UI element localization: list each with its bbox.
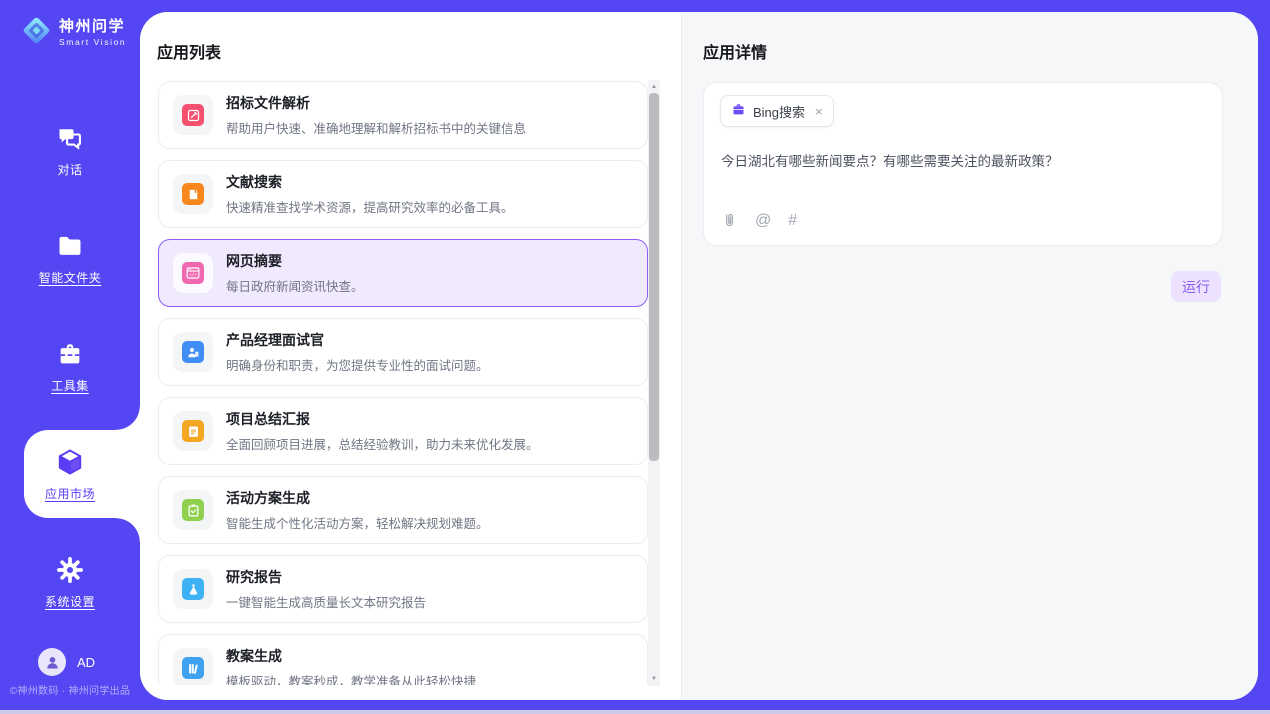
user-name: AD <box>77 655 95 670</box>
app-name: 项目总结汇报 <box>226 409 539 429</box>
composer-toolbar: @# <box>721 212 797 229</box>
logo-text: 神州问学 Smart Vision <box>59 19 126 48</box>
app-card-text: 网页摘要每日政府新闻资讯快查。 <box>226 251 364 295</box>
attachment-icon[interactable] <box>721 212 738 229</box>
svg-text:</>: </> <box>189 272 197 278</box>
app-card-5[interactable]: 项目总结汇报全面回顾项目进展，总结经验教训，助力未来优化发展。 <box>158 397 648 465</box>
app-description: 智能生成个性化活动方案，轻松解决规划难题。 <box>226 513 489 532</box>
tool-tag-label: Bing搜索 <box>753 102 805 121</box>
sidebar-item-label: 应用市场 <box>45 485 95 502</box>
flask-icon <box>182 578 204 600</box>
user-avatar-icon <box>38 648 66 676</box>
app-list-title: 应用列表 <box>157 39 221 63</box>
toolbox-icon <box>55 339 85 369</box>
app-icon-tile <box>173 332 213 372</box>
app-detail-title: 应用详情 <box>703 39 767 63</box>
app-card-2[interactable]: 文献搜索快速精准查找学术资源，提高研究效率的必备工具。 <box>158 160 648 228</box>
sidebar: 神州问学 Smart Vision 对话智能文件夹工具集应用市场系统设置 AD … <box>0 0 140 710</box>
sidebar-nav: 对话智能文件夹工具集应用市场系统设置 <box>0 96 140 636</box>
app-card-7[interactable]: 研究报告一键智能生成高质量长文本研究报告 <box>158 555 648 623</box>
app-name: 教案生成 <box>226 646 476 666</box>
hash-icon[interactable]: # <box>788 213 797 229</box>
briefcase-icon <box>731 102 746 120</box>
diamond-logo-icon <box>20 14 53 52</box>
sidebar-footer: ©神州数码 · 神州问学出品 <box>0 682 140 697</box>
tool-tag-bing-search[interactable]: Bing搜索 × <box>720 95 834 127</box>
app-card-1[interactable]: 招标文件解析帮助用户快速、准确地理解和解析招标书中的关键信息 <box>158 81 648 149</box>
app-name: 文献搜索 <box>226 172 514 192</box>
scroll-up-arrow-icon[interactable]: ▲ <box>648 81 660 93</box>
chat-icon <box>55 123 85 153</box>
sidebar-item-1[interactable]: 对话 <box>0 96 140 204</box>
app-description: 快速精准查找学术资源，提高研究效率的必备工具。 <box>226 197 514 216</box>
app-detail-panel: 应用详情 Bing搜索 × 今日湖北有哪些新闻要点？有哪些需要关注的最新政策？ … <box>681 12 1258 700</box>
app-icon-tile: </> <box>173 253 213 293</box>
browser-code-icon: </> <box>182 262 204 284</box>
app-name: 网页摘要 <box>226 251 364 271</box>
main-content: 应用列表 招标文件解析帮助用户快速、准确地理解和解析招标书中的关键信息文献搜索快… <box>140 12 1258 700</box>
scrollbar-thumb[interactable] <box>649 93 659 461</box>
logo-subtitle: Smart Vision <box>59 37 126 47</box>
app-icon-tile <box>173 174 213 214</box>
run-button[interactable]: 运行 <box>1171 271 1221 302</box>
app-description: 全面回顾项目进展，总结经验教训，助力未来优化发展。 <box>226 434 539 453</box>
app-description: 一键智能生成高质量长文本研究报告 <box>226 592 426 611</box>
notepad-icon <box>182 420 204 442</box>
sidebar-item-label: 智能文件夹 <box>39 269 102 286</box>
cube-icon <box>55 447 85 477</box>
app-description: 每日政府新闻资讯快查。 <box>226 276 364 295</box>
sidebar-item-label: 工具集 <box>51 377 89 394</box>
clipboard-check-icon <box>182 499 204 521</box>
user-chip[interactable]: AD <box>38 648 95 676</box>
sidebar-item-5[interactable]: 系统设置 <box>0 528 140 636</box>
app-card-3[interactable]: </> 网页摘要每日政府新闻资讯快查。 <box>158 239 648 307</box>
app-list-panel: 应用列表 招标文件解析帮助用户快速、准确地理解和解析招标书中的关键信息文献搜索快… <box>140 12 681 700</box>
remove-tool-icon[interactable]: × <box>815 104 823 119</box>
scrollbar[interactable]: ▲ ▼ <box>648 80 660 686</box>
sidebar-item-4[interactable]: 应用市场 <box>0 420 140 528</box>
interviewer-icon <box>182 341 204 363</box>
app-icon-tile <box>173 490 213 530</box>
sidebar-item-label: 对话 <box>57 161 82 178</box>
app-description: 明确身份和职责，为您提供专业性的面试问题。 <box>226 355 489 374</box>
app-description: 帮助用户快速、准确地理解和解析招标书中的关键信息 <box>226 118 526 137</box>
book-icon <box>182 183 204 205</box>
app-description: 模板驱动，教案秒成，教学准备从此轻松快捷 <box>226 671 476 685</box>
mention-icon[interactable]: @ <box>755 213 771 229</box>
sidebar-item-3[interactable]: 工具集 <box>0 312 140 420</box>
app-name: 招标文件解析 <box>226 93 526 113</box>
app-card-list: 招标文件解析帮助用户快速、准确地理解和解析招标书中的关键信息文献搜索快速精准查找… <box>158 81 648 685</box>
logo: 神州问学 Smart Vision <box>20 14 126 52</box>
prompt-card: Bing搜索 × 今日湖北有哪些新闻要点？有哪些需要关注的最新政策？ @# <box>703 82 1223 246</box>
app-card-text: 产品经理面试官明确身份和职责，为您提供专业性的面试问题。 <box>226 330 489 374</box>
edit-doc-icon <box>182 104 204 126</box>
app-card-6[interactable]: 活动方案生成智能生成个性化活动方案，轻松解决规划难题。 <box>158 476 648 544</box>
sidebar-item-2[interactable]: 智能文件夹 <box>0 204 140 312</box>
app-name: 产品经理面试官 <box>226 330 489 350</box>
app-icon-tile <box>173 95 213 135</box>
app-icon-tile <box>173 569 213 609</box>
app-card-text: 项目总结汇报全面回顾项目进展，总结经验教训，助力未来优化发展。 <box>226 409 539 453</box>
app-card-4[interactable]: 产品经理面试官明确身份和职责，为您提供专业性的面试问题。 <box>158 318 648 386</box>
app-icon-tile <box>173 648 213 685</box>
folder-icon <box>55 231 85 261</box>
app-card-text: 教案生成模板驱动，教案秒成，教学准备从此轻松快捷 <box>226 646 476 685</box>
query-text[interactable]: 今日湖北有哪些新闻要点？有哪些需要关注的最新政策？ <box>721 152 1203 172</box>
app-icon-tile <box>173 411 213 451</box>
sidebar-item-label: 系统设置 <box>45 593 95 610</box>
gear-icon <box>55 555 85 585</box>
app-card-text: 文献搜索快速精准查找学术资源，提高研究效率的必备工具。 <box>226 172 514 216</box>
app-card-text: 招标文件解析帮助用户快速、准确地理解和解析招标书中的关键信息 <box>226 93 526 137</box>
app-name: 研究报告 <box>226 567 426 587</box>
app-card-text: 研究报告一键智能生成高质量长文本研究报告 <box>226 567 426 611</box>
app-card-text: 活动方案生成智能生成个性化活动方案，轻松解决规划难题。 <box>226 488 489 532</box>
app-name: 活动方案生成 <box>226 488 489 508</box>
scroll-down-arrow-icon[interactable]: ▼ <box>648 673 660 685</box>
logo-title: 神州问学 <box>59 19 126 36</box>
app-card-8[interactable]: 教案生成模板驱动，教案秒成，教学准备从此轻松快捷 <box>158 634 648 685</box>
bottom-strip <box>0 710 1270 714</box>
books-icon <box>182 657 204 679</box>
